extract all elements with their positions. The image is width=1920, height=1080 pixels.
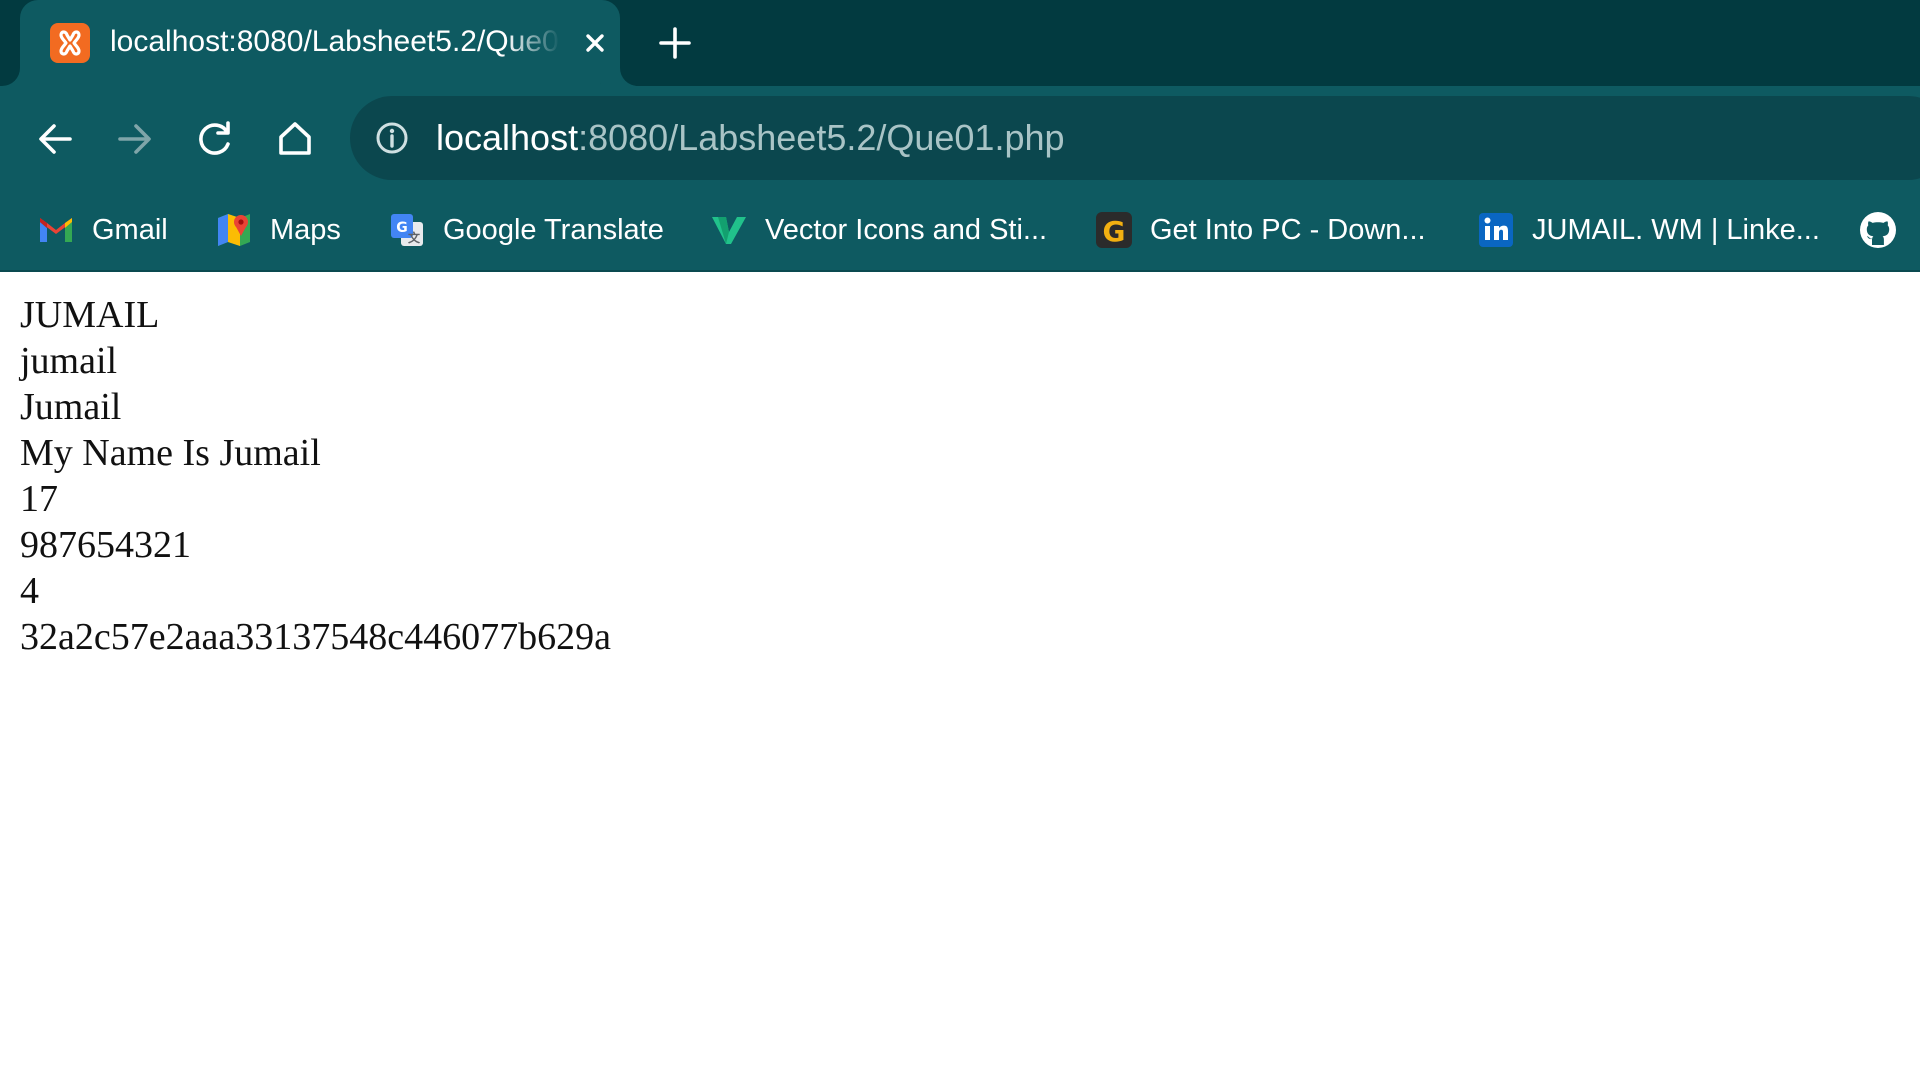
reload-button[interactable] [190,114,240,164]
back-button[interactable] [30,114,80,164]
bookmark-label: Get Into PC - Down... [1150,214,1426,246]
bookmark-github[interactable] [1858,204,1898,256]
url-text[interactable]: localhost:8080/Labsheet5.2/Que01.php [436,116,1065,160]
output-line: 4 [20,570,39,612]
svg-text:G: G [396,220,408,236]
output-line: 32a2c57e2aaa33137548c446077b629a [20,616,611,658]
bookmark-google-translate[interactable]: G 文 Google Translate [387,204,664,256]
xampp-icon [50,23,90,63]
bookmark-label: Vector Icons and Sti... [765,214,1048,246]
plus-icon [659,27,691,59]
bookmark-maps[interactable]: Maps [214,204,341,256]
address-bar[interactable]: localhost:8080/Labsheet5.2/Que01.php [350,96,1920,180]
close-icon[interactable] [576,24,614,62]
github-icon [1860,212,1896,248]
tab-title: localhost:8080/Labsheet5.2/Que01.php [110,25,560,58]
url-host: localhost [436,117,579,158]
gmail-icon [40,218,72,242]
output-line: JUMAIL [20,294,160,336]
browser-chrome: localhost:8080/Labsheet5.2/Que01.php [0,0,1920,272]
arrow-right-icon [118,124,151,154]
php-output: JUMAIL jumail Jumail My Name Is Jumail 1… [20,292,611,660]
bookmark-gmail[interactable]: Gmail [36,204,168,256]
bookmark-get-into-pc[interactable]: G Get Into PC - Down... [1094,204,1426,256]
home-icon [279,122,311,155]
output-line: jumail [20,340,118,382]
output-line: 17 [20,478,58,520]
linkedin-icon [1479,213,1513,247]
arrow-left-icon [39,124,72,154]
bookmark-vector-icons[interactable]: Vector Icons and Sti... [709,204,1047,256]
bookmark-label: Gmail [92,214,168,246]
new-tab-button[interactable] [652,20,698,66]
vector-icons-icon [712,217,746,244]
bookmark-linkedin[interactable]: JUMAIL. WM | Linke... [1476,204,1820,256]
svg-text:G: G [1103,215,1126,248]
home-button[interactable] [270,114,320,164]
svg-text:文: 文 [408,230,421,245]
bookmark-label: JUMAIL. WM | Linke... [1532,214,1820,246]
output-line: My Name Is Jumail [20,432,321,474]
bookmark-label: Maps [270,214,341,246]
url-path: :8080/Labsheet5.2/Que01.php [578,117,1065,158]
reload-icon [199,121,230,155]
google-translate-icon: G 文 [391,214,423,246]
bookmark-label: Google Translate [443,214,664,246]
page-content: JUMAIL jumail Jumail My Name Is Jumail 1… [0,272,1920,1080]
forward-button[interactable] [110,114,160,164]
maps-icon [218,214,250,246]
info-icon[interactable] [374,120,410,156]
get-into-pc-icon: G [1096,212,1132,248]
tab-strip: localhost:8080/Labsheet5.2/Que01.php [0,0,1920,86]
output-line: 987654321 [20,524,191,566]
output-line: Jumail [20,386,122,428]
active-tab[interactable]: localhost:8080/Labsheet5.2/Que01.php [20,0,620,86]
toolbar: localhost:8080/Labsheet5.2/Que01.php [0,86,1920,190]
bookmarks-bar: Gmail Maps G 文 Google Translate Vector I… [0,190,1920,272]
